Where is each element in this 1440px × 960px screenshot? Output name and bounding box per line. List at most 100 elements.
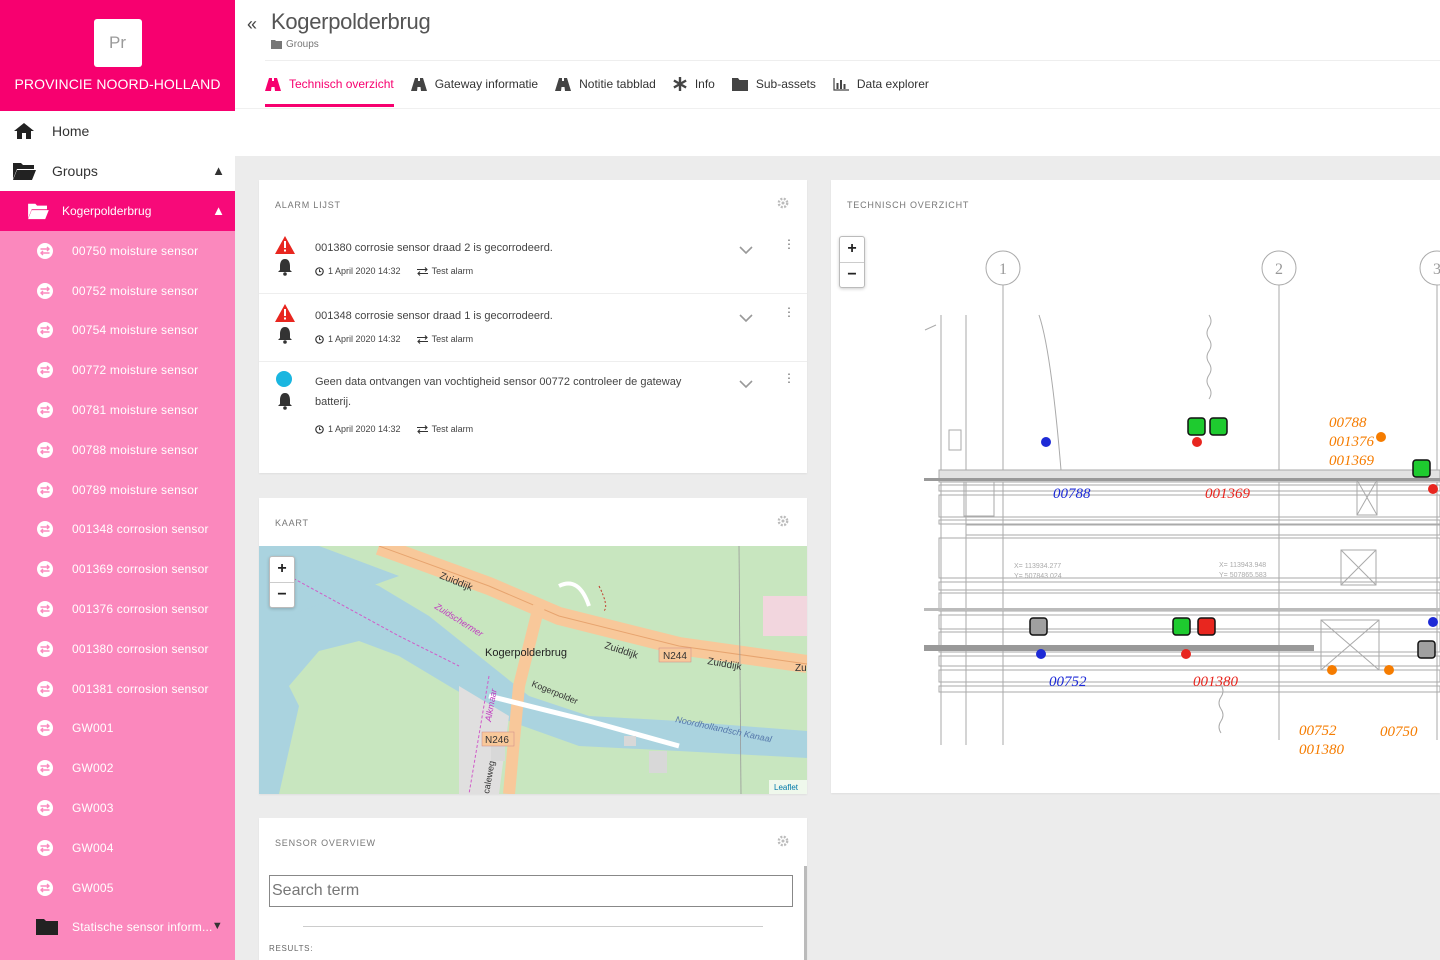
sidebar-sensor-item[interactable]: 001380 corrosion sensor [0,629,235,669]
folder-icon [731,77,748,91]
sidebar-sensor-label: 001369 corrosion sensor [72,562,209,577]
tab-technisch-overzicht[interactable]: Technisch overzicht [265,61,394,107]
map-zoom-out-button[interactable]: − [270,582,294,607]
sidebar-sensor-item[interactable]: 00772 moisture sensor [0,350,235,390]
panel-title: KAART [275,518,309,528]
sidebar-item-label: Kogerpolderbrug [62,204,152,218]
sensor-label: 001376 [1329,434,1375,450]
sidebar-sensor-item[interactable]: 00781 moisture sensor [0,390,235,430]
more-options-icon[interactable]: ⋮ [783,306,795,318]
sidebar-sensor-label: GW001 [72,721,114,736]
sidebar-sensor-item[interactable]: GW001 [0,709,235,749]
map-attribution-link[interactable]: Leaflet [774,783,799,792]
tab-label: Sub-assets [755,77,816,91]
sidebar-sensor-label: 001348 corrosion sensor [72,522,209,537]
bell-icon [278,259,292,276]
more-options-icon[interactable]: ⋮ [783,372,795,384]
chevron-down-icon[interactable] [739,313,753,323]
sensor-dot-blue[interactable] [1041,437,1051,447]
sidebar-sensor-item[interactable]: 00752 moisture sensor [0,271,235,311]
warning-icon [275,304,295,322]
sidebar-item-static-info[interactable]: Statische sensor inform... ▼ [0,908,235,948]
map-canvas[interactable]: Zuiddijk Zuidschermer Kogerpolderbrug Zu… [259,546,807,794]
coord-label: X= 113934.277 [1014,563,1061,570]
tab-sub-assets[interactable]: Sub-assets [731,61,816,107]
exchange-icon [37,680,53,697]
sensor-marker-green[interactable] [1187,417,1206,436]
sensor-marker-gray[interactable] [1417,640,1436,659]
sensor-search-input[interactable]: Search term [269,875,793,907]
sensor-marker-green[interactable] [1412,459,1431,478]
sidebar-item-groups[interactable]: Groups ▲ [0,151,235,191]
status-dot-icon [276,371,292,387]
sidebar-sensor-item[interactable]: GW005 [0,868,235,908]
alarm-item[interactable]: Geen data ontvangen van vochtigheid sens… [259,366,807,454]
sidebar-sensor-item[interactable]: 001381 corrosion sensor [0,669,235,709]
exchange-icon [416,424,428,434]
sensor-dot-blue[interactable] [1428,617,1438,627]
sensor-marker-red[interactable] [1197,617,1216,636]
sensor-dot-red[interactable] [1192,437,1202,447]
alarm-date: 1 April 2020 14:32 [328,424,401,434]
sensor-marker-green[interactable] [1172,617,1191,636]
brand[interactable]: Pr PROVINCIE NOORD-HOLLAND [0,0,235,111]
tab-gateway-informatie[interactable]: Gateway informatie [410,61,538,107]
divider [259,361,807,362]
more-options-icon[interactable]: ⋮ [783,238,795,250]
sidebar-sensor-item[interactable]: GW003 [0,788,235,828]
exchange-icon [37,521,53,538]
gear-icon[interactable] [777,197,789,209]
chevron-down-icon[interactable] [739,379,753,389]
sensor-label: 00750 [1380,724,1418,740]
sidebar-sensor-label: 00788 moisture sensor [72,442,199,457]
sidebar-sensor-item[interactable]: 001348 corrosion sensor [0,510,235,550]
scrollbar[interactable] [804,866,807,960]
chevron-down-icon[interactable] [739,245,753,255]
tab-data-explorer[interactable]: Data explorer [833,61,929,107]
gear-icon[interactable] [777,515,789,527]
sensor-label: 001380 [1299,742,1345,758]
sidebar-sensor-label: GW005 [72,880,114,895]
sensor-dot-red[interactable] [1181,649,1191,659]
asterisk-icon [673,77,687,91]
alarm-item[interactable]: 001380 corrosie sensor draad 2 is gecorr… [259,232,807,296]
sidebar-item-home[interactable]: Home [0,111,235,151]
sensor-dot-blue[interactable] [1036,649,1046,659]
technical-drawing[interactable]: X= 113934.277 Y= 507843.024 X= 113943.94… [831,220,1440,793]
sidebar-sensor-item[interactable]: 001369 corrosion sensor [0,549,235,589]
alarm-item[interactable]: 001348 corrosie sensor draad 1 is gecorr… [259,300,807,364]
gear-icon[interactable] [777,835,789,847]
folder-icon [271,40,282,49]
sensor-dot-orange[interactable] [1376,432,1386,442]
drawing-zoom-out-button[interactable]: − [840,262,864,287]
map-zoom-in-button[interactable]: + [270,557,294,582]
sensor-dot-orange[interactable] [1384,665,1394,675]
sensor-dot-orange[interactable] [1327,665,1337,675]
sidebar-sensor-item[interactable]: 00754 moisture sensor [0,311,235,351]
sensor-dot-red[interactable] [1428,484,1438,494]
sidebar-item-kogerpolderbrug[interactable]: Kogerpolderbrug ▲ [0,191,235,231]
exchange-icon [416,334,428,344]
sidebar-sensor-item[interactable]: 001376 corrosion sensor [0,589,235,629]
sensor-marker-green[interactable] [1209,417,1228,436]
tab-bar: Technisch overzicht Gateway informatie Not… [265,60,1440,108]
sensor-marker-gray[interactable] [1029,617,1048,636]
exchange-icon [37,839,53,856]
sidebar-sensor-label: GW002 [72,761,114,776]
breadcrumb[interactable]: Groups [271,39,319,50]
sidebar-sensor-item[interactable]: 00788 moisture sensor [0,430,235,470]
collapse-sidebar-button[interactable]: « [247,14,257,35]
tab-notitie-tabblad[interactable]: Notitie tabblad [555,61,656,107]
map-label-n244: N244 [663,651,687,662]
drawing-zoom-in-button[interactable]: + [840,237,864,262]
sidebar-sensor-item[interactable]: 00750 moisture sensor [0,231,235,271]
sidebar-sensor-item[interactable]: GW004 [0,828,235,868]
tab-info[interactable]: Info [673,61,715,107]
coord-label: Y= 507843.024 [1014,573,1062,580]
header-spacer [235,108,1440,156]
sidebar-sensor-item[interactable]: GW002 [0,748,235,788]
grid-label: 3 [1433,261,1440,278]
sidebar-sensor-item[interactable]: 00789 moisture sensor [0,470,235,510]
sensor-label: 001380 [1193,674,1239,690]
alarm-message: 001380 corrosie sensor draad 2 is gecorr… [315,242,553,254]
